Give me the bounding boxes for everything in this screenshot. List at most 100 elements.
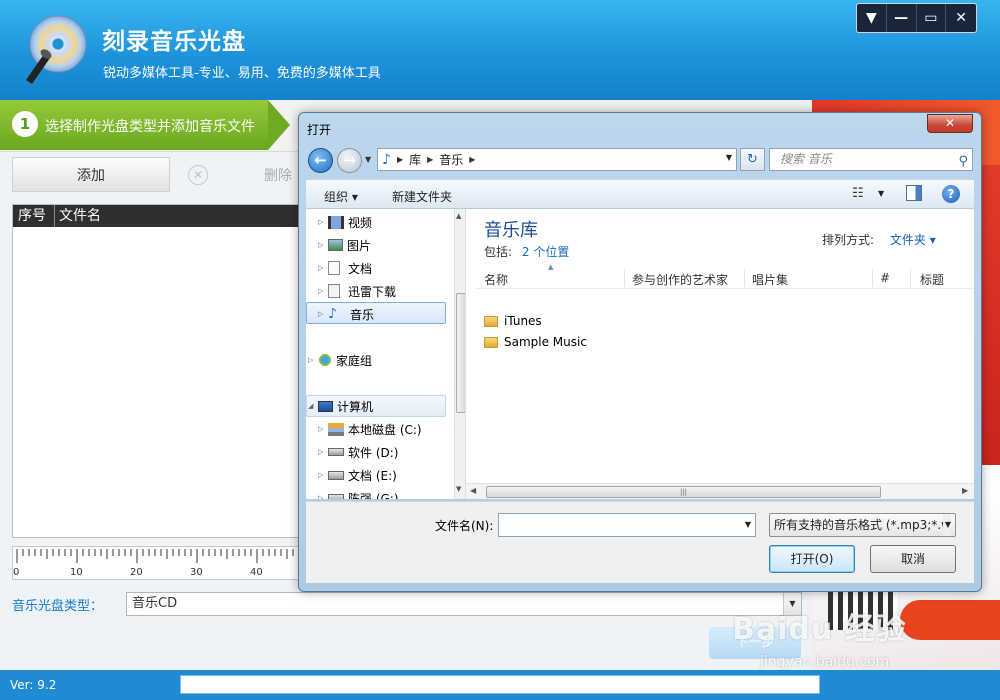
cancel-button[interactable]: 取消 bbox=[870, 545, 956, 573]
dialog-close-button[interactable]: ✕ bbox=[927, 114, 973, 133]
nav-item-documents[interactable]: ▷ 文档 bbox=[318, 257, 372, 279]
step-label: 选择制作光盘类型并添加音乐文件 bbox=[45, 119, 255, 135]
drive-icon bbox=[328, 422, 344, 436]
scroll-up-icon[interactable]: ▲ bbox=[456, 212, 461, 220]
nav-item-drive-e[interactable]: ▷ 文档 (E:) bbox=[318, 464, 397, 486]
drive-icon bbox=[328, 470, 344, 480]
column-artist[interactable]: 参与创作的艺术家 bbox=[632, 271, 728, 288]
expand-icon[interactable]: ▷ bbox=[308, 356, 318, 364]
close-button[interactable]: ✕ bbox=[946, 4, 976, 32]
column-separator[interactable] bbox=[910, 269, 911, 287]
file-column-header: 名称 ▲ 参与创作的艺术家 唱片集 # 标题 bbox=[476, 263, 974, 289]
nav-label: 计算机 bbox=[337, 399, 374, 414]
ruler-label: 10 bbox=[70, 567, 83, 578]
delete-button[interactable]: ✕ 删除 bbox=[172, 157, 298, 192]
nav-scrollbar[interactable]: ▲ ▼ bbox=[454, 209, 465, 499]
refresh-icon[interactable]: ↻ bbox=[740, 148, 765, 171]
maximize-button[interactable]: ▭ bbox=[917, 4, 947, 32]
expand-icon[interactable]: ▷ bbox=[318, 218, 328, 226]
expand-icon[interactable]: ▷ bbox=[318, 310, 328, 318]
file-row-sample-music[interactable]: Sample Music bbox=[484, 332, 587, 352]
view-options-icon[interactable]: ☷ bbox=[852, 186, 864, 201]
arrange-by-dropdown[interactable]: 文件夹 ▾ bbox=[890, 233, 936, 247]
open-button[interactable]: 打开(O) bbox=[769, 545, 855, 573]
column-separator[interactable] bbox=[872, 269, 873, 287]
expand-icon[interactable]: ▷ bbox=[318, 448, 328, 456]
music-note-icon: ♪ bbox=[382, 151, 391, 168]
disc-type-select[interactable]: 音乐CD ▼ bbox=[126, 592, 802, 616]
back-arrow-icon[interactable]: ← bbox=[308, 148, 333, 173]
file-row-itunes[interactable]: iTunes bbox=[484, 311, 542, 331]
recent-locations-icon[interactable]: ▼ bbox=[365, 155, 371, 164]
nav-item-computer[interactable]: ◢ 计算机 bbox=[308, 395, 373, 417]
filename-input[interactable]: ▼ bbox=[498, 513, 756, 537]
chevron-down-icon[interactable]: ▼ bbox=[878, 189, 884, 198]
includes-locations-link[interactable]: 2 个位置 bbox=[522, 245, 569, 259]
nav-item-videos[interactable]: ▷ 视频 bbox=[318, 211, 372, 233]
file-content-pane[interactable]: 音乐库 包括: 2 个位置 排列方式: 文件夹 ▾ 名称 ▲ 参与创作的艺术家 … bbox=[466, 209, 974, 499]
ruler-label: 40 bbox=[250, 567, 263, 578]
nav-item-drive-g[interactable]: ▷ 陈强 (G:) bbox=[318, 487, 399, 499]
expand-icon[interactable]: ▷ bbox=[318, 494, 328, 499]
expand-icon[interactable]: ▷ bbox=[318, 241, 328, 249]
file-list-header: 序号 文件名 bbox=[13, 205, 299, 227]
expand-icon[interactable]: ▷ bbox=[318, 287, 328, 295]
new-folder-button[interactable]: 新建文件夹 bbox=[392, 188, 452, 205]
includes-label: 包括: bbox=[484, 245, 513, 259]
nav-item-homegroup[interactable]: ▷ 家庭组 bbox=[308, 349, 372, 371]
column-album[interactable]: 唱片集 bbox=[752, 271, 788, 288]
breadcrumb-separator-icon[interactable]: ▶ bbox=[469, 155, 475, 164]
breadcrumb-music[interactable]: 音乐 bbox=[439, 151, 463, 168]
nav-label: 文档 (E:) bbox=[348, 468, 397, 483]
file-list[interactable]: 序号 文件名 bbox=[12, 204, 300, 538]
forward-arrow-icon[interactable]: → bbox=[337, 148, 362, 173]
nav-item-pictures[interactable]: ▷ 图片 bbox=[318, 234, 371, 256]
chevron-down-icon[interactable]: ▼ bbox=[942, 514, 951, 536]
help-icon[interactable]: ? bbox=[942, 185, 960, 203]
add-button[interactable]: 添加 bbox=[12, 157, 170, 192]
expand-icon[interactable]: ▷ bbox=[318, 264, 328, 272]
library-includes: 包括: 2 个位置 bbox=[484, 243, 569, 260]
breadcrumb-library[interactable]: 库 bbox=[409, 151, 421, 168]
address-bar[interactable]: ♪ ▶ 库 ▶ 音乐 ▶ ▼ bbox=[377, 148, 737, 171]
column-title[interactable]: 标题 bbox=[920, 271, 944, 288]
column-separator[interactable] bbox=[744, 269, 745, 287]
column-name[interactable]: 名称 bbox=[484, 271, 508, 288]
menu-dropdown-icon[interactable]: ▼ bbox=[857, 4, 887, 32]
column-seq[interactable]: 序号 bbox=[13, 205, 55, 227]
search-icon[interactable]: ⚲ bbox=[958, 151, 968, 172]
expand-icon[interactable]: ▷ bbox=[318, 425, 328, 433]
organize-menu[interactable]: 组织 ▾ bbox=[324, 188, 358, 205]
chevron-down-icon[interactable]: ▼ bbox=[745, 520, 751, 529]
minimize-button[interactable]: — bbox=[887, 4, 917, 32]
window-controls: ▼ — ▭ ✕ bbox=[856, 3, 977, 33]
column-track-number[interactable]: # bbox=[880, 271, 890, 285]
file-type-filter-select[interactable]: 所有支持的音乐格式 (*.mp3;*.w ▼ bbox=[769, 513, 956, 537]
preview-pane-icon[interactable] bbox=[906, 185, 922, 201]
folder-icon bbox=[484, 336, 498, 348]
collapse-icon[interactable]: ◢ bbox=[308, 402, 318, 410]
nav-item-drive-d[interactable]: ▷ 软件 (D:) bbox=[318, 441, 398, 463]
column-filename[interactable]: 文件名 bbox=[55, 205, 101, 227]
nav-label: 家庭组 bbox=[336, 353, 373, 368]
nav-item-music[interactable]: ▷ ♪ 音乐 bbox=[318, 303, 374, 325]
scroll-thumb[interactable] bbox=[456, 293, 465, 413]
navigation-pane[interactable]: ▷ 视频 ▷ 图片 ▷ 文档 ▷ 迅雷下载 ▷ ♪ 音乐 ▷ 家庭组 ◢ 计算机… bbox=[306, 209, 466, 499]
nav-item-thunder-downloads[interactable]: ▷ 迅雷下载 bbox=[318, 280, 396, 302]
nav-label: 视频 bbox=[348, 215, 373, 230]
scroll-left-icon[interactable]: ◀ bbox=[470, 486, 476, 495]
expand-icon[interactable]: ▷ bbox=[318, 471, 328, 479]
chevron-down-icon[interactable]: ▼ bbox=[726, 153, 732, 162]
scroll-down-icon[interactable]: ▼ bbox=[456, 485, 461, 493]
nav-item-drive-c[interactable]: ▷ 本地磁盘 (C:) bbox=[318, 418, 422, 440]
step-1: 1 选择制作光盘类型并添加音乐文件 bbox=[0, 100, 268, 150]
horizontal-scrollbar[interactable]: ◀ ||| ▶ bbox=[466, 483, 974, 499]
search-input[interactable]: 搜索 音乐 ⚲ bbox=[769, 148, 973, 171]
scroll-right-icon[interactable]: ▶ bbox=[962, 486, 968, 495]
watermark-url: jingyan.baidu.com bbox=[760, 654, 890, 670]
breadcrumb-separator-icon[interactable]: ▶ bbox=[397, 155, 403, 164]
scroll-thumb[interactable]: ||| bbox=[486, 486, 881, 498]
breadcrumb-separator-icon[interactable]: ▶ bbox=[427, 155, 433, 164]
column-separator[interactable] bbox=[624, 269, 625, 287]
ruler-label: 0 bbox=[13, 567, 20, 578]
